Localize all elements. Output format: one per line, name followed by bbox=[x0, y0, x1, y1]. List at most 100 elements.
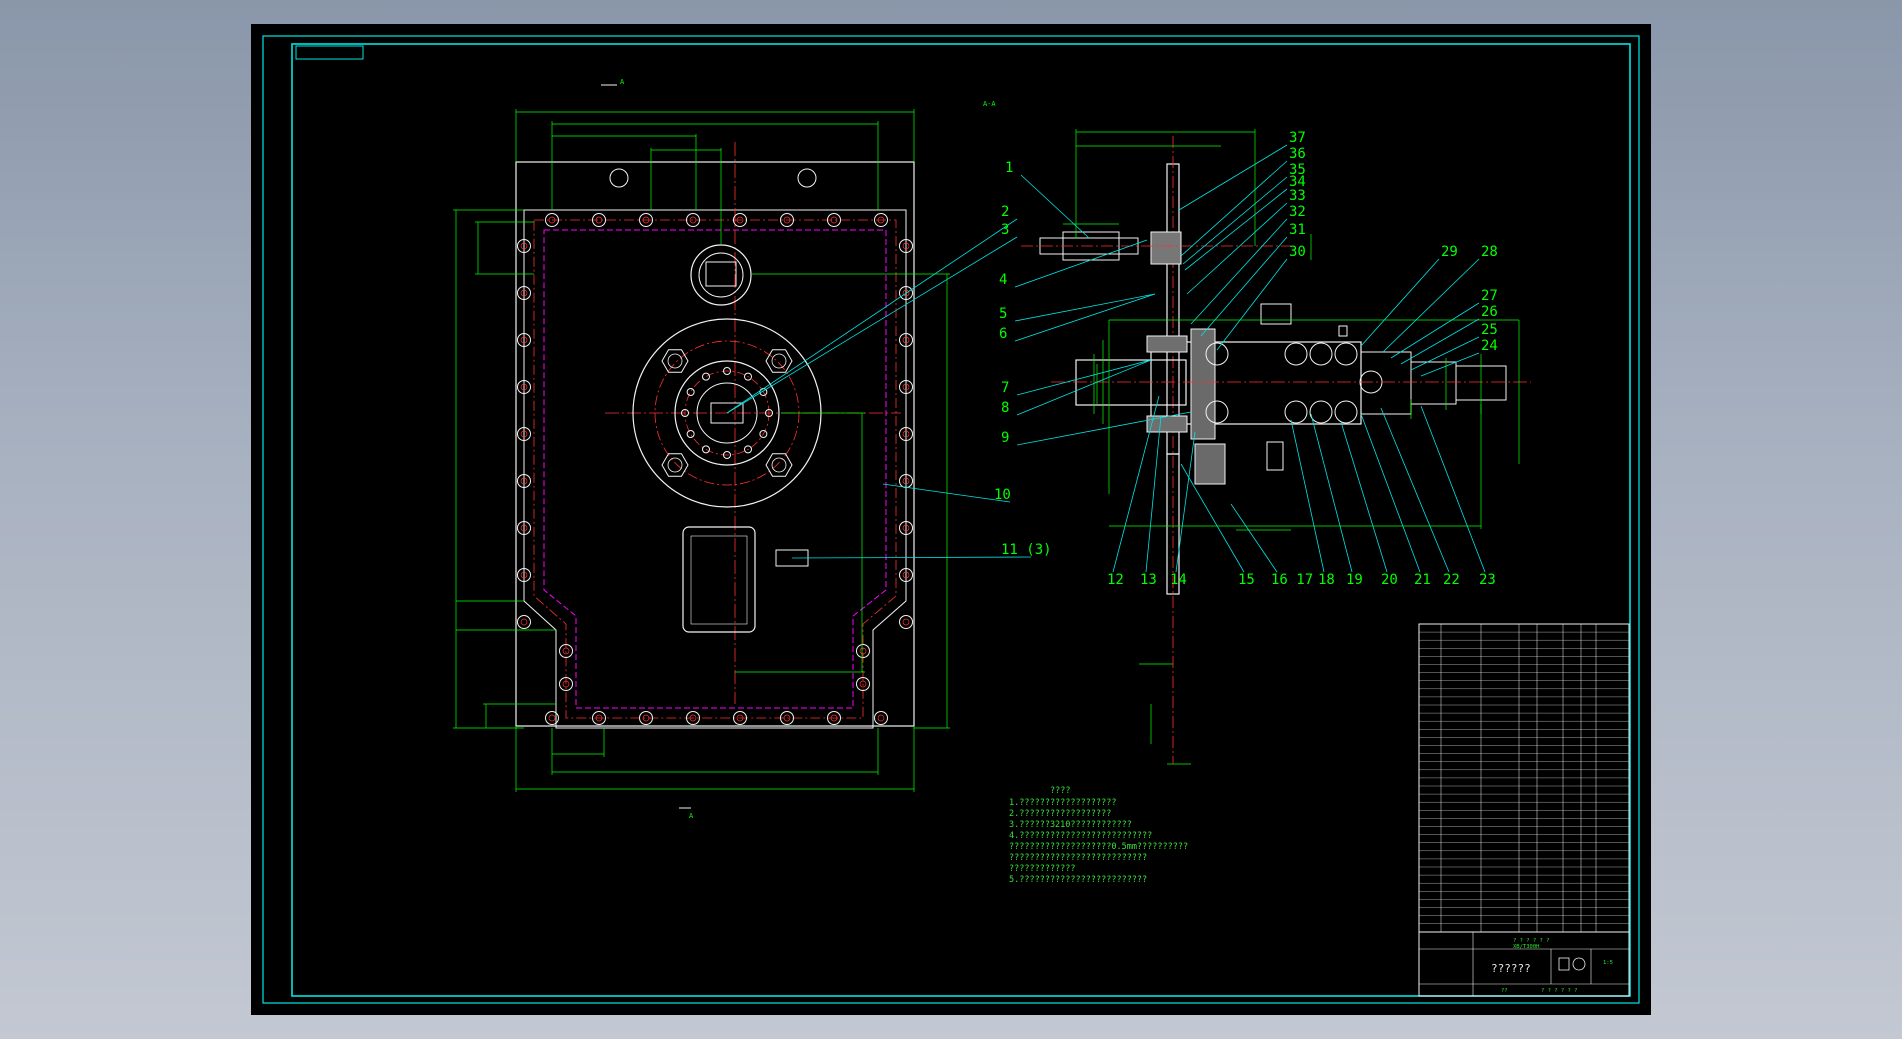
part-number-label: 29 bbox=[1441, 244, 1458, 260]
front-view-dimensions bbox=[453, 109, 950, 792]
cad-drawing: A A A-A 1234567891011 (3) 37363534333231… bbox=[262, 35, 1640, 1004]
flange-bolt bbox=[874, 711, 888, 725]
part-number-label: 21 bbox=[1414, 572, 1431, 588]
leader-line bbox=[1014, 239, 1148, 288]
section-title: A-A bbox=[983, 100, 996, 108]
leader-line bbox=[1020, 174, 1090, 239]
part-number-label: 8 bbox=[1001, 400, 1009, 416]
part-number-label: 1 bbox=[1005, 160, 1013, 176]
part-number-label: 2 bbox=[1001, 204, 1009, 220]
part-number-label: 31 bbox=[1289, 222, 1306, 238]
output-shaft-end bbox=[1075, 359, 1187, 406]
part-number-label: 20 bbox=[1381, 572, 1398, 588]
input-shaft-square bbox=[705, 261, 737, 287]
note-line-2: 2.?????????????????? bbox=[1009, 809, 1111, 819]
part-number-label: 16 17 bbox=[1271, 572, 1313, 588]
leader-line bbox=[1145, 415, 1162, 573]
roller bbox=[1309, 342, 1333, 366]
leader-line bbox=[1380, 407, 1450, 573]
part-leaders bbox=[726, 144, 1486, 573]
flange-nut bbox=[765, 349, 793, 373]
note-line-4: 4.?????????????????????????? bbox=[1009, 831, 1152, 841]
roller-bearings bbox=[1205, 342, 1383, 424]
flange-bolt bbox=[899, 615, 913, 629]
technical-notes: ???? 1.??????????????????? 2.???????????… bbox=[1009, 786, 1188, 885]
flange-nut bbox=[661, 349, 689, 373]
part-number-label: 10 bbox=[994, 487, 1011, 503]
note-line-7: ????????????? bbox=[1009, 864, 1076, 874]
leader-line bbox=[1184, 188, 1288, 271]
projection-symbol-box bbox=[1558, 957, 1570, 971]
title-footer: ? ? ? ? ? ? bbox=[1541, 988, 1577, 994]
part-number-label: 11 (3) bbox=[1001, 542, 1052, 558]
hidden-cavity-line bbox=[543, 229, 887, 709]
note-line-5: ????????????????????0.5mm?????????? bbox=[1009, 842, 1188, 852]
part-number-label: 32 bbox=[1289, 204, 1306, 220]
flange-nut-bore bbox=[667, 457, 683, 473]
roller bbox=[1309, 400, 1333, 424]
shaft-tail bbox=[1410, 361, 1457, 405]
leader-line bbox=[1410, 336, 1480, 371]
leader-line bbox=[1190, 218, 1288, 325]
part-numbers-bottom: 12 13 14 15 16 17 18 19 20 21 22 23 bbox=[1107, 572, 1496, 588]
part-number-label: 30 bbox=[1289, 244, 1306, 260]
note-line-8: 5.????????????????????????? bbox=[1009, 875, 1147, 885]
leader-line bbox=[1180, 160, 1288, 257]
part-number-label: 13 bbox=[1140, 572, 1157, 588]
inspection-cover-inner bbox=[690, 535, 748, 625]
view-marker-bottom: A bbox=[689, 812, 694, 820]
bolt-circle-line bbox=[533, 219, 897, 719]
front-view: A A bbox=[453, 78, 950, 820]
flange-bolt-center bbox=[902, 618, 910, 626]
drawing-number: XB/T300H bbox=[1513, 944, 1540, 950]
mount-hole-left bbox=[609, 168, 629, 188]
bolt-head-1 bbox=[1260, 303, 1292, 325]
corner-box bbox=[295, 45, 364, 60]
part-numbers-right: 3736353433323130 29 2827262524 bbox=[1289, 130, 1498, 354]
inspection-cover bbox=[682, 526, 756, 633]
leader-line bbox=[882, 483, 1011, 503]
roller bbox=[1284, 342, 1308, 366]
leader-line bbox=[1014, 293, 1156, 322]
inner-frame bbox=[291, 43, 1631, 997]
flange-bolt-center bbox=[548, 714, 556, 722]
shaft-collar bbox=[1360, 351, 1412, 415]
input-bearing-section bbox=[1150, 231, 1182, 265]
part-number-label: 37 bbox=[1289, 130, 1306, 146]
leader-line bbox=[1390, 302, 1480, 359]
view-marker-top: A bbox=[620, 78, 625, 86]
part-number-label: 19 bbox=[1346, 572, 1363, 588]
parts-list bbox=[1418, 623, 1630, 933]
flange-bolt bbox=[517, 615, 531, 629]
part-number-label: 5 bbox=[999, 306, 1007, 322]
part-number-label: 27 bbox=[1481, 288, 1498, 304]
part-number-label: 33 bbox=[1289, 188, 1306, 204]
roller bbox=[1334, 400, 1358, 424]
leader-line bbox=[1200, 236, 1288, 337]
drawing-scale: 1:5 bbox=[1603, 960, 1613, 966]
hub-bolt bbox=[686, 388, 695, 396]
roller bbox=[1334, 342, 1358, 366]
hub-bolt bbox=[686, 430, 695, 438]
part-number-label: 7 bbox=[1001, 380, 1009, 396]
part-number-label: 18 bbox=[1318, 572, 1335, 588]
part-number-label: 14 bbox=[1170, 572, 1187, 588]
drawing-name: ?????? bbox=[1491, 962, 1531, 975]
leader-line bbox=[726, 236, 1018, 414]
flange-bolt-center bbox=[877, 714, 885, 722]
note-line-6: ??????????????????????????? bbox=[1009, 853, 1147, 863]
part-number-label: 22 bbox=[1443, 572, 1460, 588]
drain-bolt bbox=[1266, 441, 1284, 471]
leader-line bbox=[1420, 405, 1486, 573]
part-numbers-left: 1 2 3 4 5 6 7 8 9 10 11 (3) bbox=[994, 160, 1052, 558]
leader-line bbox=[1014, 293, 1156, 342]
flange-nut-bore bbox=[667, 353, 683, 369]
flange-nut bbox=[765, 453, 793, 477]
lower-bearing bbox=[1194, 443, 1226, 485]
leader-line bbox=[791, 556, 1032, 559]
roller bbox=[1284, 400, 1308, 424]
leader-line bbox=[726, 218, 1018, 414]
part-number-label: 24 bbox=[1481, 338, 1498, 354]
title-block: ? ? ? ? ? ? XB/T300H ?????? 1:5 ? ? ? ? … bbox=[1418, 931, 1630, 997]
part-number-label: 25 bbox=[1481, 322, 1498, 338]
